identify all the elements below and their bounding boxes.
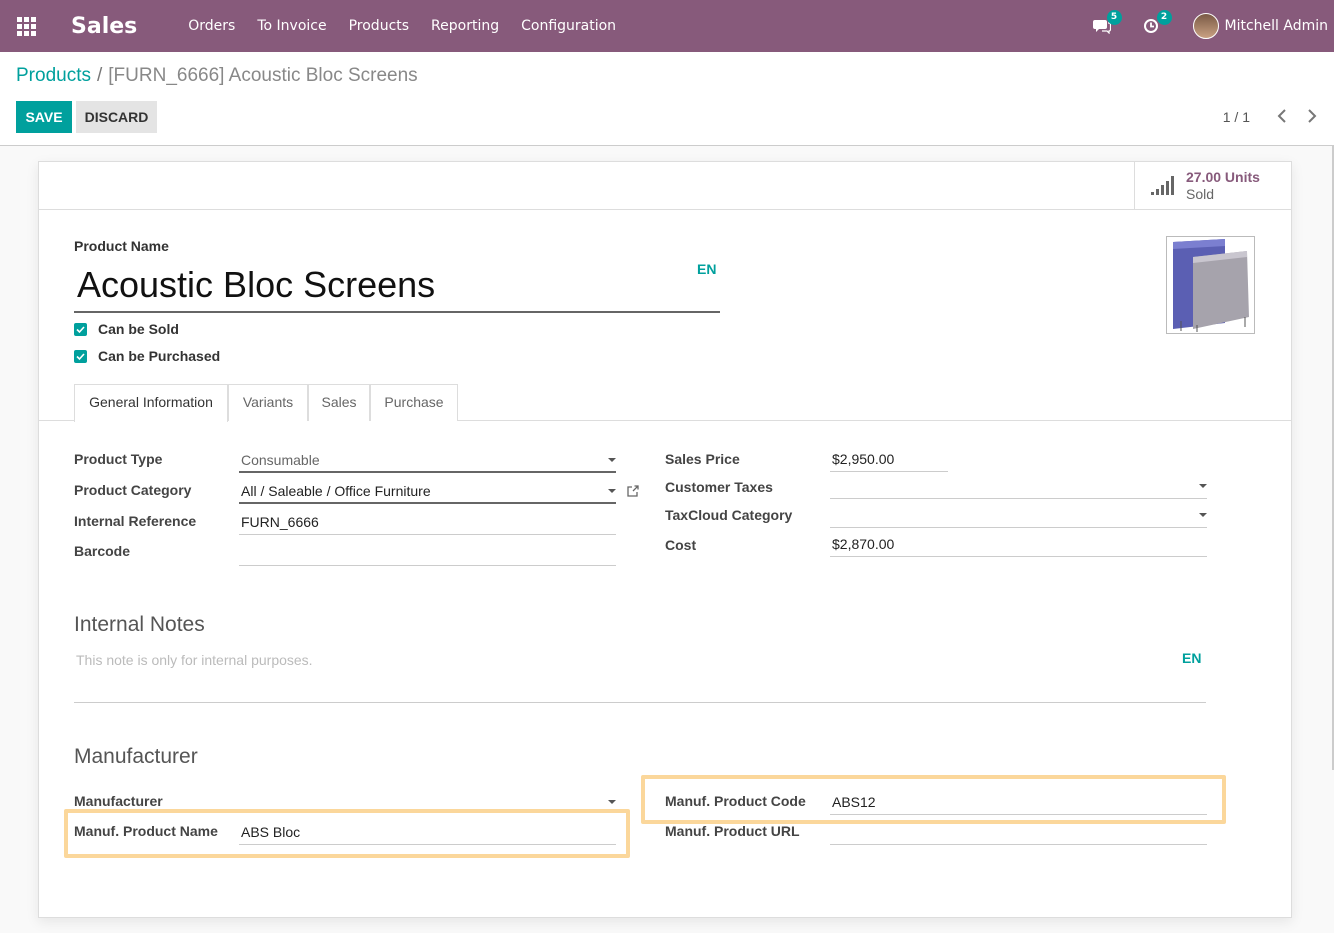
external-link-icon[interactable] [626, 484, 640, 498]
can-be-purchased-checkbox[interactable] [74, 349, 87, 363]
pager-previous-button[interactable] [1272, 105, 1292, 127]
sales-price-label: Sales Price [665, 451, 740, 467]
save-button[interactable]: SAVE [16, 101, 72, 133]
button-box: 27.00 Units Sold [39, 162, 1291, 210]
product-name-label: Product Name [74, 238, 169, 254]
product-category-value: All / Saleable / Office Furniture [241, 483, 431, 499]
can-be-sold-label: Can be Sold [98, 321, 179, 337]
taxcloud-category-label: TaxCloud Category [665, 507, 793, 523]
menu-item-products[interactable]: Products [338, 18, 420, 34]
product-category-label: Product Category [74, 482, 192, 498]
notes-underline [74, 702, 1206, 703]
caret-down-icon [608, 489, 616, 493]
checkmark-icon [76, 325, 85, 333]
user-name[interactable]: Mitchell Admin [1225, 18, 1329, 34]
internal-notes-title: Internal Notes [74, 613, 205, 636]
caret-down-icon [1199, 484, 1207, 488]
form-sheet: 27.00 Units Sold Product Name Acoustic B… [38, 161, 1292, 918]
clock-icon [1143, 19, 1158, 33]
units-sold-button[interactable]: 27.00 Units Sold [1134, 162, 1291, 210]
tab-variants[interactable]: Variants [228, 384, 308, 421]
app-name[interactable]: Sales [71, 14, 137, 39]
product-name-lang-button[interactable]: EN [697, 261, 716, 277]
internal-reference-label: Internal Reference [74, 513, 197, 529]
product-type-select[interactable]: Consumable [239, 447, 616, 473]
can-be-purchased-label: Can be Purchased [98, 348, 221, 364]
taxcloud-category-select[interactable] [830, 502, 1207, 528]
menu-item-reporting[interactable]: Reporting [420, 18, 510, 34]
product-name-input[interactable]: Acoustic Bloc Screens [74, 260, 720, 313]
breadcrumb: Products / [FURN_6666] Acoustic Bloc Scree… [16, 65, 418, 87]
activity-menu[interactable]: 2 [1143, 10, 1172, 36]
discard-button[interactable]: DISCARD [76, 101, 157, 133]
can-be-purchased-row[interactable]: Can be Purchased [74, 348, 220, 364]
tab-sales[interactable]: Sales [308, 384, 370, 421]
manuf-product-url-input[interactable] [830, 819, 1207, 845]
breadcrumb-current: [FURN_6666] Acoustic Bloc Screens [108, 65, 418, 86]
product-type-value: Consumable [241, 452, 320, 468]
caret-down-icon [608, 458, 616, 462]
cost-label: Cost [665, 537, 697, 553]
barcode-label: Barcode [74, 543, 131, 559]
menu-item-configuration[interactable]: Configuration [510, 18, 627, 34]
control-panel: Products / [FURN_6666] Acoustic Bloc Scree… [0, 52, 1334, 146]
form-tabs: General Information Variants Sales Purch… [39, 384, 1291, 422]
internal-reference-input[interactable]: FURN_6666 [239, 509, 616, 535]
caret-down-icon [608, 800, 616, 804]
chevron-right-icon [1308, 109, 1317, 123]
top-navbar: Sales Orders To Invoice Products Reporti… [0, 0, 1334, 52]
manufacturer-label: Manufacturer [74, 793, 163, 809]
activities-badge: 2 [1156, 10, 1172, 25]
messaging-menu[interactable]: 5 [1092, 10, 1122, 36]
breadcrumb-separator: / [96, 65, 103, 86]
customer-taxes-select[interactable] [830, 473, 1207, 499]
messages-badge: 5 [1106, 10, 1122, 25]
tab-purchase[interactable]: Purchase [370, 384, 458, 421]
checkmark-icon [76, 352, 85, 360]
product-category-select[interactable]: All / Saleable / Office Furniture [239, 478, 616, 504]
internal-notes-input[interactable]: This note is only for internal purposes. [76, 652, 313, 668]
manufacturer-title: Manufacturer [74, 745, 198, 768]
barcode-input[interactable] [239, 540, 616, 566]
pager-value[interactable]: 1 / 1 [1223, 109, 1250, 125]
sales-price-input[interactable]: $2,950.00 [830, 446, 948, 472]
main-menu: Orders To Invoice Products Reporting Con… [177, 18, 627, 34]
menu-item-orders[interactable]: Orders [177, 18, 246, 34]
manuf-product-name-label: Manuf. Product Name [74, 823, 218, 839]
manuf-product-code-input[interactable]: ABS12 [830, 789, 1207, 815]
tab-general-information[interactable]: General Information [74, 384, 228, 422]
breadcrumb-products-link[interactable]: Products [16, 65, 91, 86]
units-sold-label: Sold [1186, 186, 1215, 202]
units-sold-value: 27.00 Units [1186, 169, 1260, 185]
customer-taxes-label: Customer Taxes [665, 479, 773, 495]
manuf-product-code-label: Manuf. Product Code [665, 793, 806, 809]
apps-menu-icon[interactable] [0, 0, 52, 52]
notes-lang-button[interactable]: EN [1182, 650, 1201, 666]
product-image[interactable] [1166, 236, 1255, 334]
signal-bars-icon [1151, 176, 1174, 195]
pager-next-button[interactable] [1302, 105, 1322, 127]
product-type-label: Product Type [74, 451, 163, 467]
caret-down-icon [1199, 513, 1207, 517]
user-avatar[interactable] [1192, 13, 1219, 39]
can-be-sold-row[interactable]: Can be Sold [74, 321, 179, 337]
cost-input[interactable]: $2,870.00 [830, 531, 1207, 557]
acoustic-screen-image [1173, 239, 1249, 332]
manuf-product-url-label: Manuf. Product URL [665, 823, 800, 839]
menu-item-to-invoice[interactable]: To Invoice [246, 18, 337, 34]
chevron-left-icon [1277, 109, 1286, 123]
can-be-sold-checkbox[interactable] [74, 322, 87, 336]
manuf-product-name-input[interactable]: ABS Bloc [239, 819, 616, 845]
